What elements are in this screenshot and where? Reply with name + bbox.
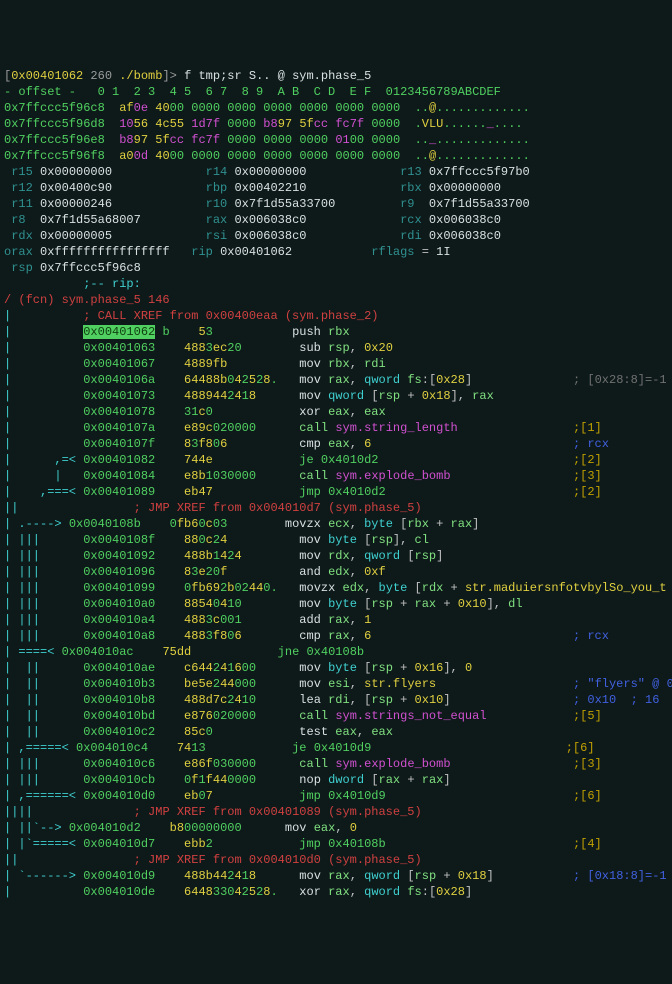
radare2-output: [0x00401062 260 ./bomb]> f tmp;sr S.. @ … <box>4 68 668 900</box>
